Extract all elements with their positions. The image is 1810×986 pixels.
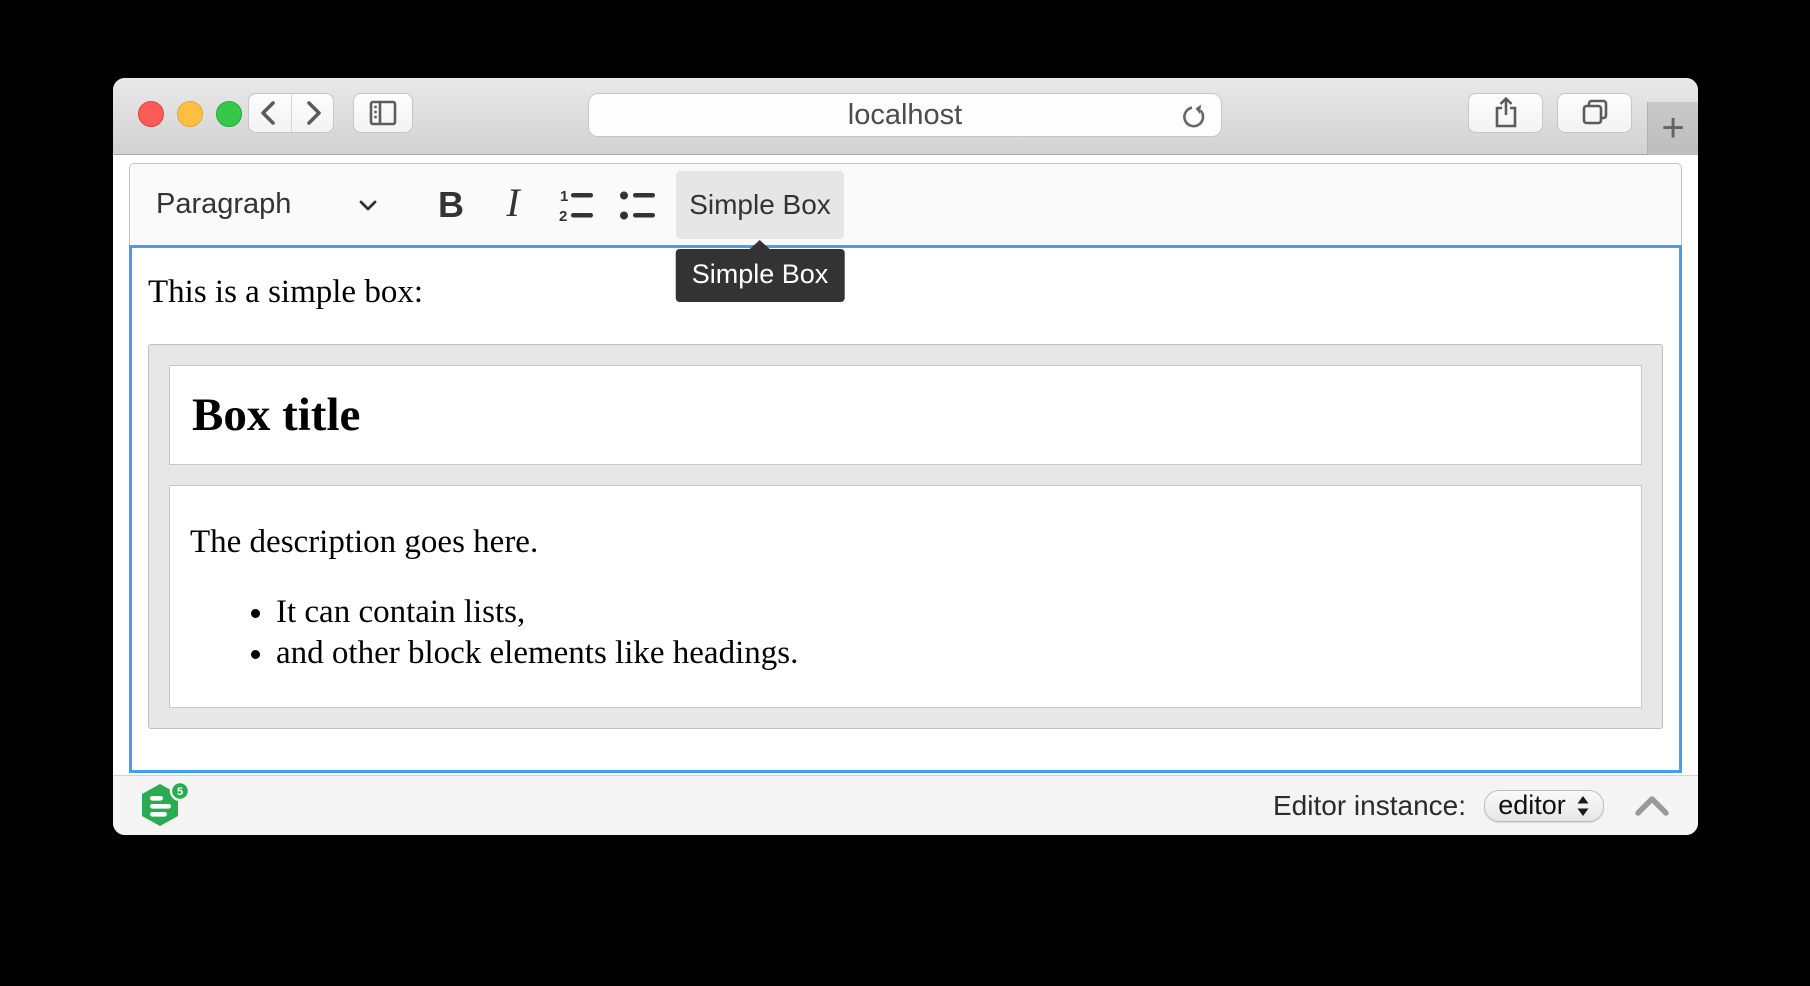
description-list: It can contain lists, and other block el… <box>190 592 1621 673</box>
tooltip: Simple Box <box>676 249 845 302</box>
forward-icon <box>292 93 332 133</box>
list-item[interactable]: It can contain lists, <box>276 592 1621 632</box>
url-text: localhost <box>848 99 962 132</box>
simple-box-widget[interactable]: Box title The description goes here. It … <box>148 344 1663 729</box>
intro-paragraph[interactable]: This is a simple box: <box>148 274 1663 312</box>
plus-icon: + <box>1661 106 1684 151</box>
web-page: Paragraph B I 1 2 <box>113 155 1698 775</box>
window-controls <box>138 101 242 127</box>
simple-box-description[interactable]: The description goes here. It can contai… <box>169 485 1642 707</box>
svg-text:2: 2 <box>559 208 567 225</box>
bold-icon: B <box>438 184 464 226</box>
close-window-button[interactable] <box>138 101 164 127</box>
ckeditor: Paragraph B I 1 2 <box>129 163 1682 773</box>
italic-icon: I <box>506 179 519 230</box>
show-all-tabs-button[interactable] <box>1557 93 1632 133</box>
editor-instance-select[interactable]: editor <box>1484 790 1604 822</box>
inspector-controls: Editor instance: editor <box>1273 790 1672 822</box>
inspector-bar: 5 Editor instance: editor <box>113 775 1698 835</box>
simple-box-title[interactable]: Box title <box>169 365 1642 465</box>
numbered-list-icon: 1 2 <box>553 183 597 227</box>
expand-inspector-button[interactable] <box>1632 791 1672 821</box>
editor-content[interactable]: This is a simple box: Box title The desc… <box>129 245 1682 773</box>
tabs-overview-icon <box>1575 93 1615 133</box>
share-button[interactable] <box>1468 93 1543 133</box>
reload-button[interactable] <box>1175 100 1209 134</box>
ckeditor-logo-button[interactable]: 5 <box>139 781 191 831</box>
heading-dropdown-label: Paragraph <box>156 188 291 221</box>
bold-button[interactable]: B <box>420 171 482 239</box>
sidebar-icon <box>363 93 403 133</box>
history-nav-group <box>248 93 334 133</box>
selected-instance: editor <box>1498 790 1566 821</box>
bulleted-list-icon <box>615 183 659 227</box>
chevron-up-icon <box>1632 791 1672 821</box>
sidebar-toggle-button[interactable] <box>353 93 413 133</box>
simple-box-button[interactable]: Simple Box Simple Box <box>676 171 844 239</box>
italic-button[interactable]: I <box>482 171 544 239</box>
chevron-down-icon <box>354 191 382 219</box>
share-icon <box>1486 93 1526 133</box>
editor-instance-label: Editor instance: <box>1273 790 1466 822</box>
tooltip-text: Simple Box <box>692 259 829 289</box>
zoom-window-button[interactable] <box>216 101 242 127</box>
minimize-window-button[interactable] <box>177 101 203 127</box>
browser-toolbar: localhost <box>113 78 1698 155</box>
forward-button[interactable] <box>291 93 334 133</box>
back-button[interactable] <box>249 93 291 133</box>
new-tab-button[interactable]: + <box>1647 102 1698 155</box>
back-icon <box>250 93 290 133</box>
address-bar[interactable]: localhost <box>588 93 1222 137</box>
bulleted-list-button[interactable] <box>606 171 668 239</box>
badge-count: 5 <box>177 786 183 798</box>
numbered-list-button[interactable]: 1 2 <box>544 171 606 239</box>
editor-toolbar: Paragraph B I 1 2 <box>129 163 1682 245</box>
ckeditor-logo-icon: 5 <box>139 781 191 831</box>
simple-box-button-label: Simple Box <box>689 189 831 221</box>
svg-text:1: 1 <box>560 188 568 205</box>
list-item[interactable]: and other block elements like headings. <box>276 633 1621 673</box>
select-arrows-icon <box>1576 794 1590 818</box>
description-paragraph[interactable]: The description goes here. <box>190 524 1621 562</box>
browser-window: localhost <box>113 78 1698 835</box>
heading-dropdown[interactable]: Paragraph <box>140 171 398 239</box>
